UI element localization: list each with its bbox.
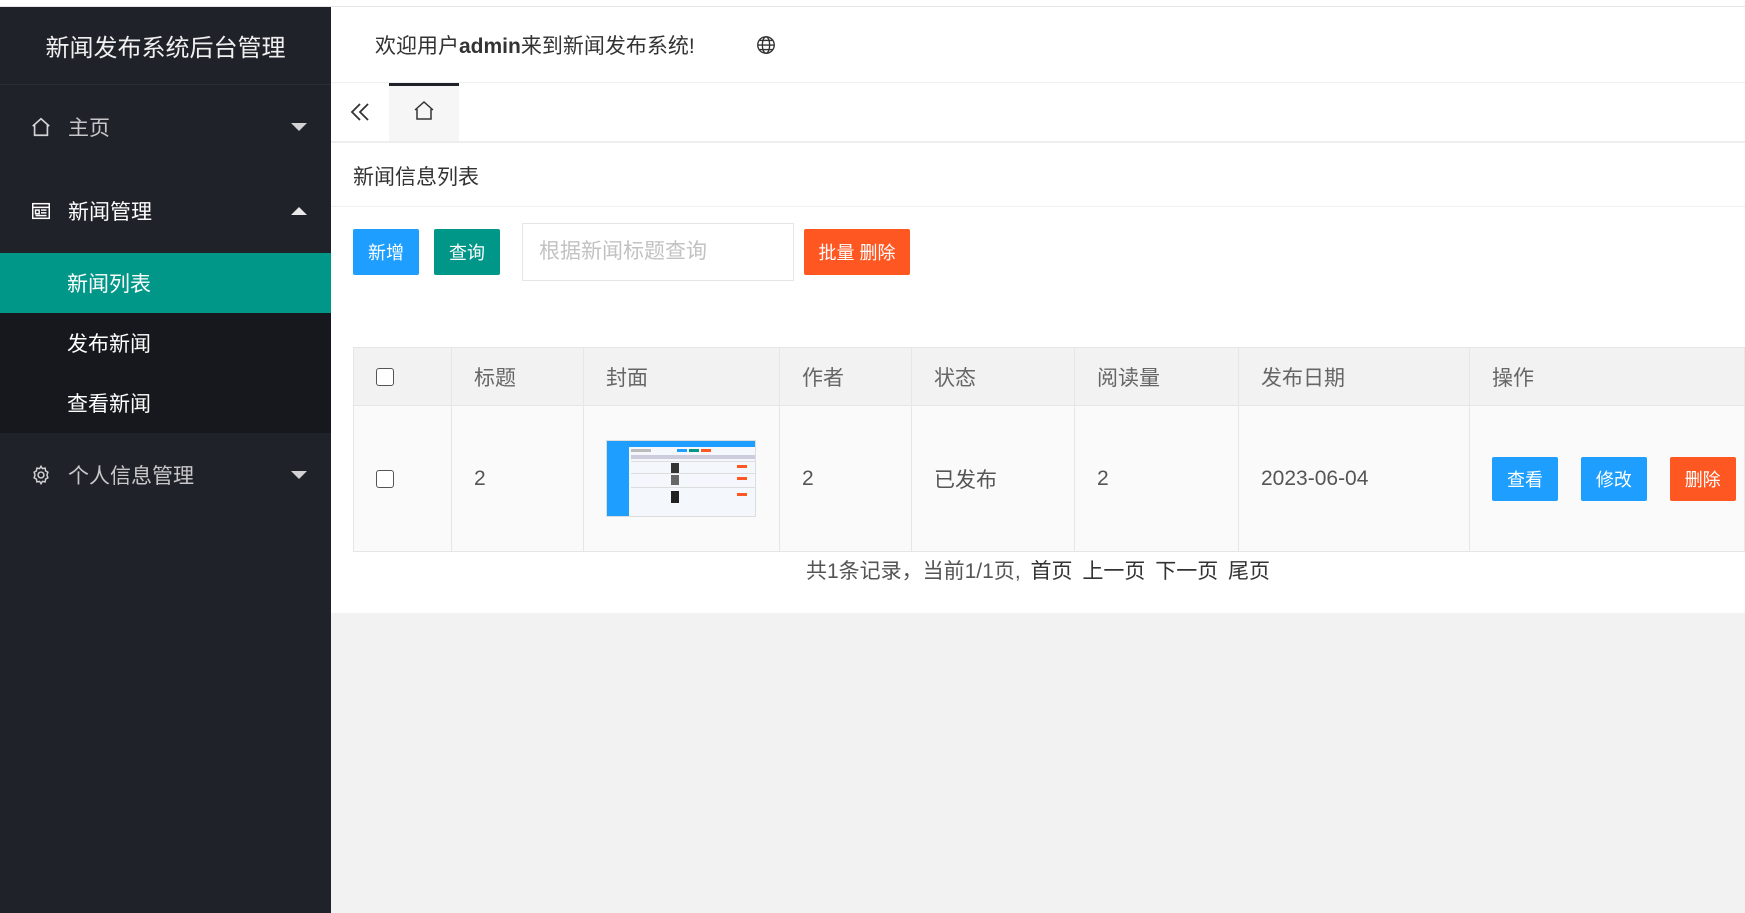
sidebar-item-label: 新闻管理 [68, 201, 152, 224]
tabs-bar [331, 83, 1745, 143]
sidebar-item-home[interactable]: 主页 [0, 85, 331, 169]
cell-title: 2 [451, 405, 584, 552]
gear-icon [28, 462, 54, 488]
sidebar-item-personal-info[interactable]: 个人信息管理 [0, 433, 331, 517]
add-button[interactable]: 新增 [353, 229, 419, 275]
news-icon [28, 198, 54, 224]
last-page-link[interactable]: 尾页 [1228, 560, 1270, 583]
column-header: 作者 [779, 347, 912, 406]
table-header-row: 标题 封面 作者 状态 阅读量 发布日期 操作 [353, 347, 1745, 406]
prev-page-link[interactable]: 上一页 [1082, 560, 1145, 583]
sidebar: 新闻发布系统后台管理 主页 新闻管理 新闻列表 发布新闻 查看新闻 个人信息管理 [0, 7, 331, 913]
column-header: 状态 [911, 347, 1075, 406]
cell-reads: 2 [1074, 405, 1239, 552]
next-page-link[interactable]: 下一页 [1155, 560, 1218, 583]
chevron-down-icon [291, 123, 307, 131]
first-page-link[interactable]: 首页 [1031, 560, 1073, 583]
sidebar-item-label: 主页 [68, 117, 110, 140]
toolbar: 新增 查询 批量 删除 [353, 222, 910, 282]
cover-image[interactable] [606, 440, 756, 517]
home-icon [412, 99, 436, 128]
double-chevron-left-icon[interactable] [331, 83, 389, 141]
cell-status: 已发布 [911, 405, 1075, 552]
column-header: 封面 [583, 347, 780, 406]
table-row: 2 2 已发布 2 2023-06-04 查看 修改 删除 [353, 405, 1745, 552]
sidebar-item-news-list[interactable]: 新闻列表 [0, 253, 331, 313]
news-submenu: 新闻列表 发布新闻 查看新闻 [0, 253, 331, 433]
row-checkbox[interactable] [376, 469, 394, 488]
column-header: 发布日期 [1238, 347, 1470, 406]
app-title: 新闻发布系统后台管理 [0, 7, 331, 85]
sidebar-item-view-news[interactable]: 查看新闻 [0, 373, 331, 433]
column-header: 阅读量 [1074, 347, 1239, 406]
search-input[interactable] [522, 223, 794, 281]
edit-button[interactable]: 修改 [1580, 456, 1647, 501]
cell-date: 2023-06-04 [1238, 405, 1470, 552]
sidebar-item-news-management[interactable]: 新闻管理 [0, 169, 331, 253]
delete-button[interactable]: 删除 [1669, 456, 1736, 501]
news-table: 标题 封面 作者 状态 阅读量 发布日期 操作 2 2 已发布 2 2023-0… [353, 347, 1745, 552]
column-header: 操作 [1469, 347, 1745, 406]
tab-home[interactable] [389, 83, 459, 141]
pagination-summary: 共1条记录，当前1/1页, [805, 560, 1021, 583]
cell-author: 2 [779, 405, 912, 552]
query-button[interactable]: 查询 [434, 229, 500, 275]
username: admin [459, 34, 521, 58]
batch-delete-button[interactable]: 批量 删除 [804, 229, 910, 275]
sidebar-item-label: 个人信息管理 [68, 465, 194, 488]
chevron-down-icon [291, 471, 307, 479]
news-panel: 新闻信息列表 新增 查询 批量 删除 标题 封面 作者 状态 阅读量 发布日期 … [331, 145, 1745, 613]
header: 欢迎用户admin来到新闻发布系统! [331, 7, 1745, 83]
welcome-message: 欢迎用户admin来到新闻发布系统! [375, 34, 695, 58]
select-all-checkbox[interactable] [376, 367, 394, 386]
pagination: 共1条记录，当前1/1页, 首页 上一页 下一页 尾页 [331, 555, 1745, 585]
cell-actions: 查看 修改 删除 [1469, 405, 1745, 552]
panel-title: 新闻信息列表 [331, 145, 1745, 207]
home-icon [28, 114, 54, 140]
chevron-up-icon [291, 207, 307, 215]
top-strip [0, 0, 1745, 7]
view-button[interactable]: 查看 [1492, 456, 1558, 501]
column-header: 标题 [451, 347, 584, 406]
cell-cover [583, 405, 780, 552]
sidebar-item-publish-news[interactable]: 发布新闻 [0, 313, 331, 373]
globe-icon[interactable] [755, 34, 777, 56]
main-content: 新闻信息列表 新增 查询 批量 删除 标题 封面 作者 状态 阅读量 发布日期 … [331, 145, 1745, 913]
